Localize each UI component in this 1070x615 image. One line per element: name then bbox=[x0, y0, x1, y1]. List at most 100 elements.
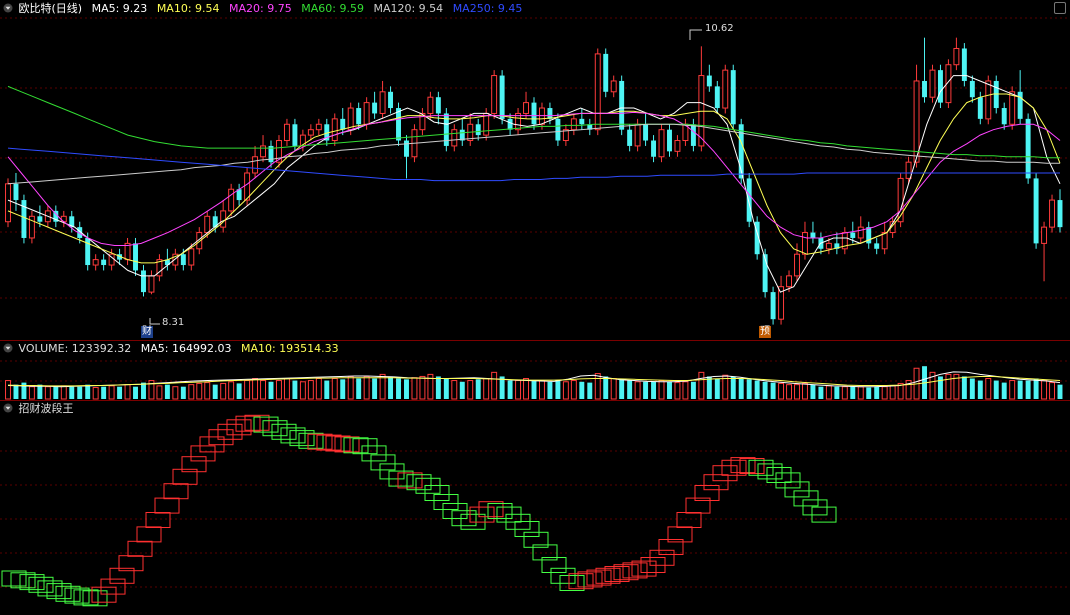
volume-bar bbox=[475, 379, 481, 399]
stock-title: 欧比特(日线) bbox=[18, 2, 83, 15]
volume-bar bbox=[53, 386, 59, 399]
volume-bar bbox=[801, 382, 808, 400]
volume-bar bbox=[674, 382, 681, 400]
collapse-icon[interactable] bbox=[3, 3, 13, 13]
candle-body bbox=[356, 108, 362, 125]
volume-bar bbox=[188, 384, 195, 400]
ma20-label: MA20: 9.75 bbox=[229, 2, 292, 15]
collapse-icon[interactable] bbox=[3, 343, 13, 353]
low-pointer bbox=[149, 318, 160, 325]
cai-marker[interactable]: 财 bbox=[141, 326, 153, 338]
volume-bar bbox=[60, 385, 67, 400]
volume-bar bbox=[28, 386, 35, 400]
volume-bar bbox=[180, 386, 186, 399]
volume-bar bbox=[961, 376, 967, 399]
volume-bar bbox=[857, 386, 864, 400]
volume-bar bbox=[77, 386, 83, 399]
ma60-label: MA60: 9.59 bbox=[301, 2, 364, 15]
volume-bar bbox=[794, 384, 800, 400]
wave-box bbox=[226, 419, 252, 436]
candle-body bbox=[850, 232, 856, 238]
yu-marker[interactable]: 预 bbox=[759, 326, 771, 338]
volume-bar bbox=[610, 378, 617, 400]
candle-body bbox=[594, 53, 601, 131]
volume-bar bbox=[1001, 382, 1007, 399]
volume-bar bbox=[483, 378, 490, 400]
volume-bar bbox=[101, 386, 107, 399]
candle-body bbox=[133, 243, 138, 271]
volume-bar bbox=[1041, 380, 1048, 400]
volume-bar bbox=[874, 386, 880, 399]
candle-body bbox=[292, 124, 298, 146]
volume-bar bbox=[523, 378, 530, 400]
volume-bar bbox=[1057, 384, 1063, 399]
candle-body bbox=[475, 124, 481, 136]
volume-bar bbox=[388, 376, 394, 399]
candle-body bbox=[786, 275, 793, 288]
candle-body bbox=[643, 124, 649, 141]
candle-body bbox=[658, 129, 665, 158]
volume-title: VOLUME: 123392.32 bbox=[18, 342, 132, 355]
volume-bar bbox=[538, 380, 545, 400]
volume-bar bbox=[834, 386, 840, 399]
volume-bar bbox=[204, 382, 211, 400]
volume-bar bbox=[411, 377, 418, 400]
candle-body bbox=[922, 80, 927, 98]
candle-body bbox=[252, 156, 259, 174]
volume-bar bbox=[491, 371, 498, 400]
candle-body bbox=[929, 69, 936, 98]
volume-legend: VOLUME: 123392.32 MA5: 164992.03 MA10: 1… bbox=[0, 342, 345, 356]
volume-bar bbox=[770, 382, 776, 399]
candle-body bbox=[667, 129, 672, 152]
volume-bar bbox=[372, 378, 378, 399]
candle-body bbox=[331, 118, 338, 142]
candle-body bbox=[220, 210, 227, 228]
low-price-label: 8.31 bbox=[162, 317, 185, 328]
volume-bar bbox=[268, 381, 274, 399]
volume-bar bbox=[603, 376, 609, 399]
volume-bar bbox=[762, 381, 768, 399]
volume-bar bbox=[117, 386, 123, 399]
volume-bar bbox=[1025, 380, 1031, 399]
volume-bar bbox=[1009, 380, 1016, 400]
volume-bar bbox=[236, 383, 242, 399]
volume-bar bbox=[141, 382, 146, 399]
volume-bar bbox=[244, 380, 251, 400]
volume-bar bbox=[810, 384, 816, 399]
volume-bar bbox=[292, 380, 298, 399]
candle-body bbox=[555, 118, 561, 141]
volume-bar bbox=[570, 380, 577, 400]
indicator-legend: 招财波段王 bbox=[0, 402, 80, 416]
candle-body bbox=[379, 91, 386, 114]
candle-body bbox=[538, 107, 545, 125]
candle-body bbox=[388, 91, 394, 109]
candle-body bbox=[977, 97, 983, 119]
candle-body bbox=[730, 70, 736, 125]
volume-bar bbox=[587, 382, 593, 399]
volume-bar bbox=[37, 384, 43, 399]
wave-box bbox=[793, 490, 819, 507]
volume-bar bbox=[307, 380, 314, 400]
wave-box bbox=[235, 415, 261, 432]
candle-body bbox=[810, 232, 816, 238]
candle-body bbox=[969, 80, 975, 98]
volume-bar bbox=[212, 384, 218, 399]
volume-bar bbox=[531, 380, 537, 399]
volume-bar bbox=[778, 382, 785, 400]
wave-box bbox=[154, 497, 180, 514]
volume-bar bbox=[547, 381, 553, 399]
price-chart bbox=[0, 17, 1070, 325]
candle-body bbox=[491, 75, 498, 114]
volume-panel: VOLUME: 123392.32 MA5: 164992.03 MA10: 1… bbox=[0, 341, 1070, 400]
volume-bar bbox=[889, 385, 896, 400]
wave-box bbox=[145, 512, 171, 528]
volume-bar bbox=[786, 384, 793, 400]
volume-bar bbox=[44, 386, 51, 400]
volume-bar bbox=[356, 378, 362, 399]
candle-body bbox=[874, 243, 880, 249]
volume-bar bbox=[1033, 378, 1039, 399]
collapse-icon[interactable] bbox=[3, 403, 13, 413]
candle-body bbox=[188, 248, 195, 266]
indicator-title: 招财波段王 bbox=[18, 402, 74, 415]
volume-bar bbox=[252, 378, 259, 400]
